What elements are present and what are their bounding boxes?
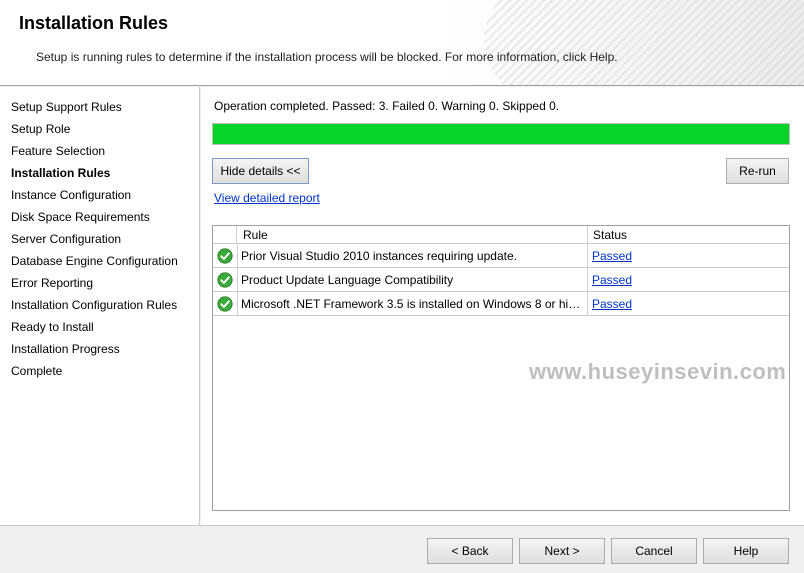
rule-name: Microsoft .NET Framework 3.5 is installe… <box>241 297 585 311</box>
check-circle-icon <box>217 272 233 288</box>
progress-bar <box>212 123 790 145</box>
status-passed-link[interactable]: Passed <box>592 297 632 311</box>
sidebar-item-installation-progress[interactable]: Installation Progress <box>11 340 120 358</box>
hide-details-button[interactable]: Hide details << <box>212 158 309 184</box>
column-header-rule[interactable]: Rule <box>243 228 268 242</box>
back-button[interactable]: < Back <box>427 538 513 564</box>
sidebar-item-server-configuration[interactable]: Server Configuration <box>11 230 121 248</box>
check-circle-icon <box>217 296 233 312</box>
check-circle-icon <box>217 248 233 264</box>
help-button[interactable]: Help <box>703 538 789 564</box>
watermark-text: www.huseyinsevin.com <box>529 359 787 384</box>
cell-separator <box>237 292 238 316</box>
sidebar-item-installation-rules[interactable]: Installation Rules <box>11 164 110 182</box>
sidebar-item-setup-role[interactable]: Setup Role <box>11 120 70 138</box>
page-header: Installation Rules Setup is running rule… <box>0 0 804 86</box>
grid-header: Rule Status <box>213 226 789 244</box>
page-description: Setup is running rules to determine if t… <box>36 50 618 64</box>
sidebar-item-complete[interactable]: Complete <box>11 362 62 380</box>
status-passed-link[interactable]: Passed <box>592 249 632 263</box>
next-button[interactable]: Next > <box>519 538 605 564</box>
cancel-button[interactable]: Cancel <box>611 538 697 564</box>
sidebar-item-database-engine-configuration[interactable]: Database Engine Configuration <box>11 252 178 270</box>
cell-separator <box>587 268 588 292</box>
column-header-status[interactable]: Status <box>593 228 627 242</box>
progress-bar-fill <box>213 124 789 144</box>
cell-separator <box>237 244 238 268</box>
wizard-footer: < Back Next > Cancel Help <box>0 525 804 573</box>
sidebar-item-setup-support-rules[interactable]: Setup Support Rules <box>11 98 122 116</box>
operation-status-text: Operation completed. Passed: 3. Failed 0… <box>214 99 560 113</box>
sidebar-item-installation-configuration-rules[interactable]: Installation Configuration Rules <box>11 296 177 314</box>
view-detailed-report-link[interactable]: View detailed report <box>214 191 320 205</box>
sidebar-item-error-reporting[interactable]: Error Reporting <box>11 274 93 292</box>
table-row[interactable]: Prior Visual Studio 2010 instances requi… <box>213 244 789 268</box>
status-passed-link[interactable]: Passed <box>592 273 632 287</box>
sidebar-item-feature-selection[interactable]: Feature Selection <box>11 142 105 160</box>
sidebar-item-disk-space-requirements[interactable]: Disk Space Requirements <box>11 208 150 226</box>
wizard-steps-sidebar: Setup Support Rules Setup Role Feature S… <box>0 87 200 525</box>
sidebar-item-instance-configuration[interactable]: Instance Configuration <box>11 186 131 204</box>
sidebar-item-ready-to-install[interactable]: Ready to Install <box>11 318 94 336</box>
main-panel: Operation completed. Passed: 3. Failed 0… <box>201 87 804 525</box>
column-separator[interactable] <box>587 226 588 244</box>
cell-separator <box>587 244 588 268</box>
rule-name: Product Update Language Compatibility <box>241 273 454 287</box>
page-title: Installation Rules <box>19 13 169 33</box>
rule-name: Prior Visual Studio 2010 instances requi… <box>241 249 517 263</box>
grid-header-icon-column <box>213 226 237 244</box>
header-decoration <box>484 0 804 85</box>
cell-separator <box>237 268 238 292</box>
rerun-button[interactable]: Re-run <box>726 158 789 184</box>
cell-separator <box>587 292 588 316</box>
table-row[interactable]: Microsoft .NET Framework 3.5 is installe… <box>213 292 789 316</box>
table-row[interactable]: Product Update Language Compatibility Pa… <box>213 268 789 292</box>
